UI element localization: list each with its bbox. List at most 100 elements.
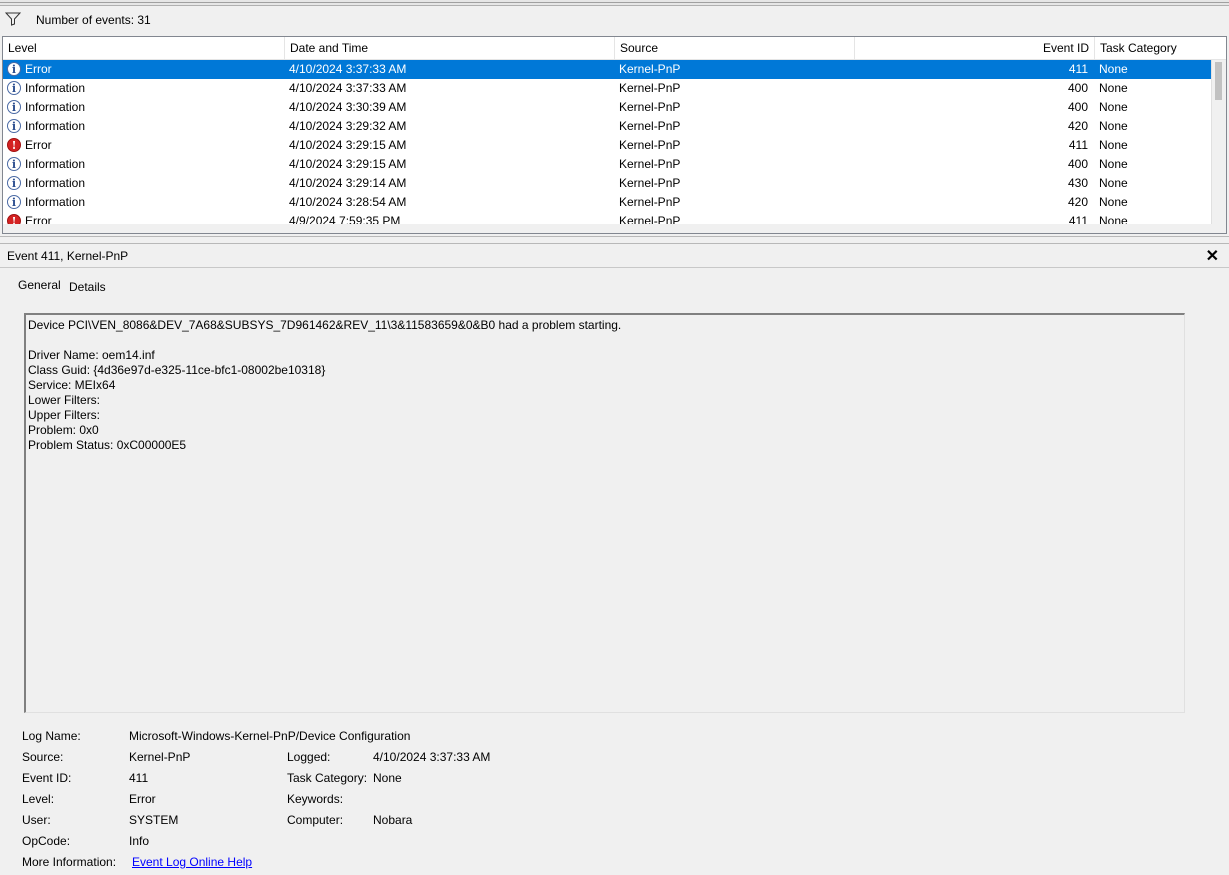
table-row[interactable]: i Information 4/10/2024 3:29:32 AM Kernel-P… xyxy=(3,117,1213,136)
cell-event-id: 411 xyxy=(1068,62,1088,76)
event-id-label: Event ID: xyxy=(22,771,72,785)
cell-event-id: 400 xyxy=(1067,81,1088,95)
logged-label: Logged: xyxy=(287,750,331,764)
cell-source: Kernel-PnP xyxy=(619,100,681,114)
cell-level: Error xyxy=(25,138,52,152)
log-name-label: Log Name: xyxy=(22,729,81,743)
source-value: Kernel-PnP xyxy=(129,750,191,764)
task-category-label: Task Category: xyxy=(287,771,368,785)
grid-header: Level Date and Time Source Event ID Task… xyxy=(3,37,1226,60)
event-log-online-help-link[interactable]: Event Log Online Help xyxy=(132,855,252,869)
description-line: Lower Filters: xyxy=(28,393,101,407)
cell-event-id: 400 xyxy=(1067,100,1088,114)
event-description[interactable]: Device PCI\VEN_8086&DEV_7A68&SUBSYS_7D96… xyxy=(24,313,1185,713)
cell-date-and-time: 4/10/2024 3:29:15 AM xyxy=(289,157,407,171)
source-label: Source: xyxy=(22,750,64,764)
column-header-level[interactable]: Level xyxy=(3,37,285,59)
cell-date-and-time: 4/10/2024 3:37:33 AM xyxy=(289,62,407,76)
cell-level: Information xyxy=(25,157,86,171)
description-line: Upper Filters: xyxy=(28,408,101,422)
table-row[interactable]: ! Error 4/10/2024 3:29:15 AM Kernel-PnP 411 N… xyxy=(3,136,1213,155)
column-header-task-category[interactable]: Task Category xyxy=(1095,37,1226,59)
user-value: SYSTEM xyxy=(129,813,179,827)
grid-horizontal-scrollbar[interactable] xyxy=(3,224,1226,233)
error-icon: ! xyxy=(7,138,21,152)
column-header-event-id[interactable]: Event ID xyxy=(855,37,1095,59)
cell-source: Kernel-PnP xyxy=(619,119,681,133)
cell-level: Information xyxy=(25,176,86,190)
cell-event-id: 400 xyxy=(1067,157,1088,171)
table-row[interactable]: i Information 4/10/2024 3:29:15 AM Kernel-P… xyxy=(3,155,1213,174)
information-icon: i xyxy=(7,195,21,209)
column-header-source[interactable]: Source xyxy=(615,37,855,59)
information-icon: i xyxy=(7,119,21,133)
description-line: Class Guid: {4d36e97d-e325-11ce-bfc1-080… xyxy=(28,363,326,377)
cell-date-and-time: 4/10/2024 3:29:32 AM xyxy=(289,119,407,133)
detail-header: Event 411, Kernel-PnP ✕ xyxy=(0,244,1229,268)
level-value: Error xyxy=(129,792,156,806)
grid-vertical-scrollbar[interactable] xyxy=(1211,60,1226,225)
cell-level: Information xyxy=(25,81,86,95)
cell-date-and-time: 4/10/2024 3:29:15 AM xyxy=(289,138,407,152)
cell-source: Kernel-PnP xyxy=(619,157,681,171)
detail-title: Event 411, Kernel-PnP xyxy=(7,249,129,263)
cell-date-and-time: 4/10/2024 3:29:14 AM xyxy=(289,176,407,190)
cell-level: Information xyxy=(25,119,86,133)
cell-level: Information xyxy=(25,195,86,209)
filter-bar: Number of events: 31 xyxy=(0,6,1229,34)
cell-task-category: None xyxy=(1099,195,1128,209)
cell-task-category: None xyxy=(1099,157,1128,171)
cell-source: Kernel-PnP xyxy=(619,62,681,76)
description-line: Driver Name: oem14.inf xyxy=(28,348,155,362)
cell-source: Kernel-PnP xyxy=(619,81,681,95)
information-icon: i xyxy=(7,62,21,76)
information-icon: i xyxy=(7,81,21,95)
scrollbar-thumb[interactable] xyxy=(1215,62,1222,100)
filter-icon[interactable] xyxy=(5,12,21,26)
opcode-value: Info xyxy=(129,834,150,848)
cell-event-id: 420 xyxy=(1067,195,1088,209)
event-id-value: 411 xyxy=(129,771,149,785)
description-line: Problem Status: 0xC00000E5 xyxy=(28,438,187,452)
opcode-label: OpCode: xyxy=(22,834,71,848)
keywords-label: Keywords: xyxy=(287,792,344,806)
computer-label: Computer: xyxy=(287,813,344,827)
cell-source: Kernel-PnP xyxy=(619,138,681,152)
information-icon: i xyxy=(7,100,21,114)
tab-general[interactable]: General xyxy=(12,274,67,298)
cell-task-category: None xyxy=(1099,138,1128,152)
cell-date-and-time: 4/10/2024 3:30:39 AM xyxy=(289,100,407,114)
cell-task-category: None xyxy=(1099,100,1128,114)
cell-task-category: None xyxy=(1099,176,1128,190)
cell-source: Kernel-PnP xyxy=(619,176,681,190)
description-line: Service: MEIx64 xyxy=(28,378,116,392)
cell-event-id: 430 xyxy=(1067,176,1088,190)
cell-level: Error xyxy=(25,62,52,76)
close-icon[interactable]: ✕ xyxy=(1206,246,1219,266)
table-row[interactable]: i Information 4/10/2024 3:28:54 AM Kernel-P… xyxy=(3,193,1213,212)
logged-value: 4/10/2024 3:37:33 AM xyxy=(373,750,491,764)
cell-task-category: None xyxy=(1099,81,1128,95)
pane-splitter[interactable] xyxy=(0,236,1229,244)
table-row[interactable]: i Information 4/10/2024 3:30:39 AM Kernel-P… xyxy=(3,98,1213,117)
cell-date-and-time: 4/10/2024 3:28:54 AM xyxy=(289,195,407,209)
cell-source: Kernel-PnP xyxy=(619,195,681,209)
events-grid[interactable]: Level Date and Time Source Event ID Task… xyxy=(2,36,1227,234)
task-category-value: None xyxy=(373,771,402,785)
user-label: User: xyxy=(22,813,51,827)
cell-event-id: 420 xyxy=(1067,119,1088,133)
more-information-label: More Information: xyxy=(22,855,117,869)
table-row[interactable]: i Information 4/10/2024 3:29:14 AM Kernel-P… xyxy=(3,174,1213,193)
event-count-label: Number of events: 31 xyxy=(36,13,151,27)
grid-rows: i Error 4/10/2024 3:37:33 AM Kernel-PnP 411 N… xyxy=(3,60,1213,225)
cell-event-id: 411 xyxy=(1068,138,1088,152)
column-header-date-and-time[interactable]: Date and Time xyxy=(285,37,615,59)
information-icon: i xyxy=(7,176,21,190)
table-row[interactable]: i Information 4/10/2024 3:37:33 AM Kernel-P… xyxy=(3,79,1213,98)
cell-date-and-time: 4/10/2024 3:37:33 AM xyxy=(289,81,407,95)
tab-details[interactable]: Details xyxy=(63,276,112,298)
information-icon: i xyxy=(7,157,21,171)
table-row[interactable]: i Error 4/10/2024 3:37:33 AM Kernel-PnP 411 N… xyxy=(3,60,1213,79)
level-label: Level: xyxy=(22,792,55,806)
description-line xyxy=(28,333,1182,348)
